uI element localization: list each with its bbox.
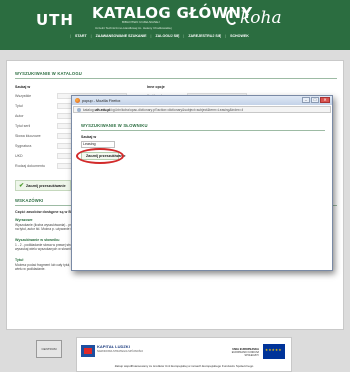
dictionary-heading: WYSZUKIWANIE W SŁOWNIKU <box>81 123 148 128</box>
main-nav: | START | ZAAWANSOWANE SZUKANIE | ZALOGU… <box>70 34 251 38</box>
kapital-ludzki-logo <box>81 345 95 357</box>
other-options-header: Inne opcje <box>147 85 165 89</box>
field-label-keywords: Słowa kluczowe <box>15 134 41 138</box>
koha-logo: koha <box>240 8 282 28</box>
section-divider <box>15 78 337 79</box>
eu-flag-icon <box>263 344 285 359</box>
address-bar[interactable]: katalog.uth.edu.pl/cgi-bin/koha/opac-dic… <box>73 106 331 113</box>
hint-title: Tytuł <box>15 258 24 262</box>
start-search-label: Zacznij przeszukiwanie <box>26 183 66 188</box>
kapital-ludzki-subtitle: NARODOWA STRATEGIA SPÓJNOŚCI <box>97 350 144 353</box>
nav-register[interactable]: ZAREJESTRUJ SIĘ <box>186 34 223 38</box>
nav-cart[interactable]: SCHOWEK <box>228 34 251 38</box>
minimize-icon[interactable]: – <box>302 97 310 103</box>
popup-title: popup - Mozilla Firefox <box>82 98 121 103</box>
maximize-icon[interactable]: □ <box>311 97 319 103</box>
nav-separator: | <box>225 34 227 38</box>
field-label-doctype: Rodzaj dokumentu <box>15 164 45 168</box>
field-label-series: Tytuł serii <box>15 124 31 128</box>
field-label-all: Wszystkie <box>15 94 32 98</box>
popup-titlebar[interactable]: popup - Mozilla Firefox – □ ✕ <box>72 96 332 105</box>
section-divider <box>81 130 325 131</box>
nav-advanced-search[interactable]: ZAAWANSOWANE SZUKANIE <box>94 34 149 38</box>
window-controls: – □ ✕ <box>302 97 330 103</box>
close-icon[interactable]: ✕ <box>320 97 330 103</box>
field-label-title: Tytuł <box>15 104 23 108</box>
eu-funding-band: KAPITAŁ LUDZKI NARODOWA STRATEGIA SPÓJNO… <box>76 337 292 372</box>
koha-swirl-icon <box>226 9 238 25</box>
nav-login[interactable]: ZALOGUJ SIĘ <box>153 34 181 38</box>
footer: CENTRUM KAPITAŁ LUDZKI NARODOWA STRATEGI… <box>0 337 350 372</box>
cofinancing-note: Zakup współfinansowany ze środków Unii E… <box>114 364 254 368</box>
dictionary-popup-window: popup - Mozilla Firefox – □ ✕ katalog.ut… <box>71 95 333 271</box>
site-header: UTH KATALOG GŁÓWNY BIBLIOTEKI UCZELNIANE… <box>0 0 350 50</box>
search-in-header: Szukaj w <box>15 85 31 89</box>
firefox-icon <box>75 98 80 103</box>
catalog-search-heading: WYSZUKIWANIE W KATALOGU <box>15 71 83 76</box>
hints-heading: WSKAZÓWKI <box>15 198 44 203</box>
checkmark-icon: ✔ <box>19 182 25 189</box>
nav-separator: | <box>90 34 92 38</box>
globe-icon <box>77 107 81 112</box>
dictionary-term-input[interactable]: Leasing <box>81 141 115 148</box>
kapital-ludzki-title: KAPITAŁ LUDZKI <box>97 344 130 349</box>
highlight-ellipse <box>76 148 124 164</box>
dictionary-input-label: Szukaj w <box>81 135 97 139</box>
uth-logo[interactable]: UTH <box>36 11 74 29</box>
catalog-subtitle: BIBLIOTEKI UCZELNIANEJ <box>122 20 160 24</box>
address-url: katalog.uth.edu.pl/cgi-bin/koha/opac-dic… <box>83 107 244 112</box>
nav-separator: | <box>70 34 71 38</box>
start-search-button[interactable]: ✔ Zacznij przeszukiwanie <box>15 180 71 191</box>
field-label-callnumber: Sygnatura <box>15 144 32 148</box>
footer-left-logo: CENTRUM <box>36 340 62 358</box>
popup-body: WYSZUKIWANIE W SŁOWNIKU Szukaj w Leasing… <box>73 114 331 270</box>
hint-title: Wyszukiwanie w słowniku <box>15 238 60 242</box>
catalog-subtitle-institution: Uczelni Technicznno-Handlowej im. Heleny… <box>95 26 172 30</box>
nav-separator: | <box>150 34 152 38</box>
nav-separator: | <box>183 34 185 38</box>
hint-title: Wyrazowe <box>15 218 33 222</box>
field-label-udc: UKD <box>15 154 23 158</box>
eu-fund-label: EUROPEJSKI FUNDUSZ SPOŁECZNY <box>231 351 259 358</box>
field-label-author: Autor <box>15 114 24 118</box>
nav-start[interactable]: START <box>73 34 89 38</box>
